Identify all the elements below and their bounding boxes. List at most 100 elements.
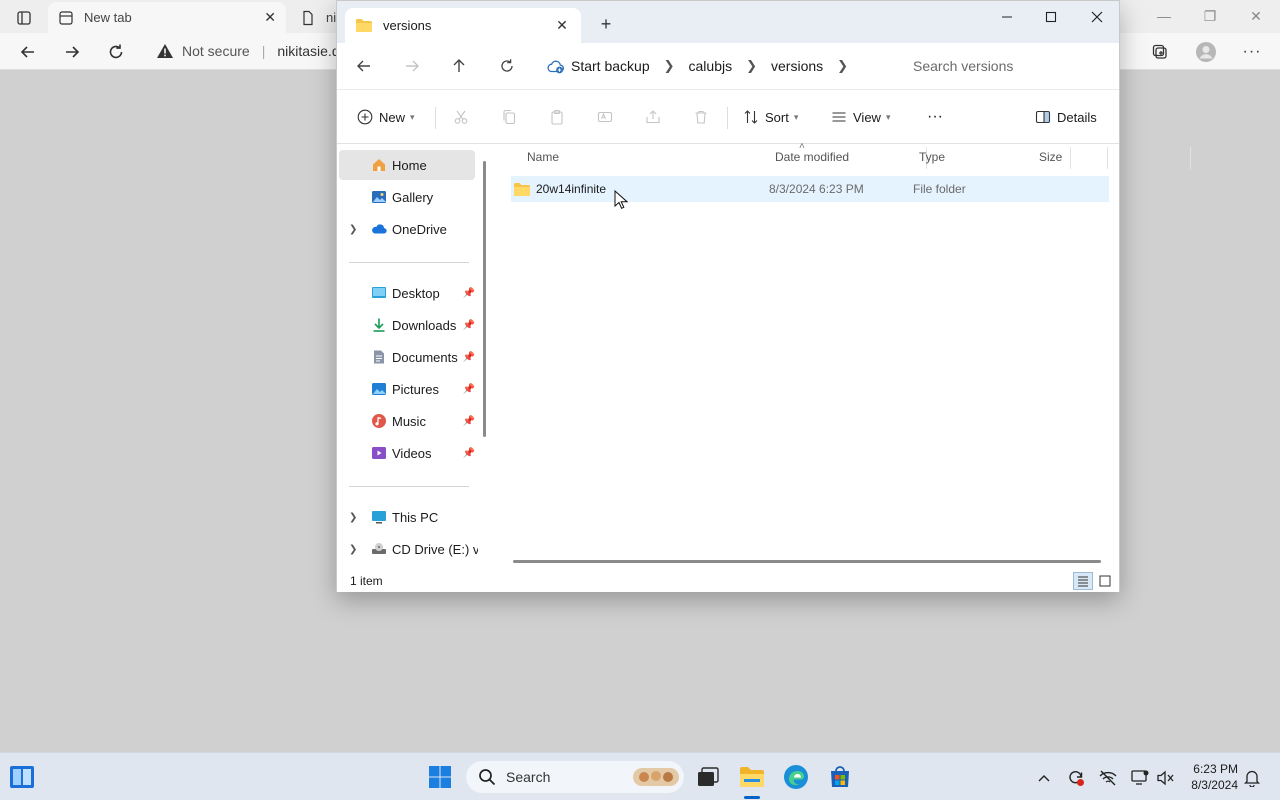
browser-tab-site[interactable]: nik bbox=[290, 2, 343, 33]
large-icons-view-button[interactable] bbox=[1095, 572, 1115, 590]
delete-button[interactable] bbox=[693, 105, 709, 129]
search-input[interactable]: Search versions bbox=[903, 50, 1109, 82]
sync-status-button[interactable] bbox=[1065, 767, 1087, 789]
pin-icon[interactable]: 📌 bbox=[463, 320, 475, 331]
column-divider[interactable] bbox=[1107, 147, 1108, 169]
chevron-right-icon[interactable]: ❯ bbox=[746, 58, 757, 74]
store-taskbar-button[interactable] bbox=[826, 763, 854, 791]
close-tab-icon[interactable]: ✕ bbox=[553, 16, 571, 34]
nav-item-label: Videos bbox=[392, 445, 432, 461]
breadcrumb-item-versions[interactable]: versions bbox=[771, 58, 823, 74]
share-button[interactable] bbox=[645, 105, 661, 129]
cd-drive-icon bbox=[371, 541, 387, 557]
column-header-type[interactable]: Type bbox=[919, 145, 945, 169]
nav-item-downloads[interactable]: Downloads 📌 bbox=[339, 310, 475, 340]
tab-actions-button[interactable] bbox=[6, 2, 42, 33]
refresh-button[interactable] bbox=[492, 53, 522, 79]
taskbar-clock[interactable]: 6:23 PM 8/3/2024 bbox=[1186, 761, 1238, 793]
chevron-right-icon[interactable]: ❯ bbox=[664, 58, 675, 74]
breadcrumb-item-calubjs[interactable]: calubjs bbox=[689, 58, 733, 74]
arrow-left-icon bbox=[20, 46, 34, 58]
pin-icon[interactable]: 📌 bbox=[463, 448, 475, 459]
back-button[interactable] bbox=[349, 53, 379, 79]
forward-button[interactable] bbox=[397, 53, 427, 79]
details-pane-button[interactable]: Details bbox=[1035, 105, 1097, 129]
nav-item-home[interactable]: Home bbox=[339, 150, 475, 180]
horizontal-scrollbar[interactable] bbox=[513, 560, 1101, 563]
rename-button[interactable] bbox=[597, 105, 613, 129]
paste-button[interactable] bbox=[549, 105, 565, 129]
taskbar-search-box[interactable]: Search bbox=[466, 761, 684, 793]
nav-item-documents[interactable]: Documents 📌 bbox=[339, 342, 475, 372]
nav-item-desktop[interactable]: Desktop 📌 bbox=[339, 278, 475, 308]
show-hidden-icons-button[interactable] bbox=[1033, 767, 1055, 789]
close-window-button[interactable] bbox=[1075, 5, 1119, 29]
chevron-down-icon: ▾ bbox=[410, 111, 415, 122]
maximize-button[interactable] bbox=[1029, 5, 1073, 29]
desktop-icon bbox=[371, 285, 387, 301]
browser-restore-button[interactable]: ❐ bbox=[1190, 4, 1230, 28]
chevron-right-icon[interactable]: ❯ bbox=[837, 58, 848, 74]
chevron-right-icon[interactable]: ❯ bbox=[349, 512, 361, 523]
column-divider[interactable] bbox=[1190, 147, 1191, 169]
notifications-button[interactable] bbox=[1241, 767, 1263, 789]
cut-button[interactable] bbox=[453, 105, 469, 129]
see-more-button[interactable]: ··· bbox=[927, 105, 943, 129]
browser-minimize-button[interactable]: — bbox=[1144, 4, 1184, 28]
pin-icon[interactable]: 📌 bbox=[463, 352, 475, 363]
new-button[interactable]: New ▾ bbox=[357, 105, 415, 129]
chevron-right-icon[interactable]: ❯ bbox=[349, 224, 361, 235]
copy-button[interactable] bbox=[501, 105, 517, 129]
navigation-pane-scrollbar[interactable] bbox=[483, 161, 486, 437]
start-button[interactable] bbox=[426, 763, 454, 791]
display-button[interactable] bbox=[1129, 767, 1151, 789]
column-label: Date modified bbox=[775, 150, 850, 164]
minimize-button[interactable] bbox=[985, 5, 1029, 29]
file-explorer-taskbar-button[interactable] bbox=[738, 763, 766, 791]
collections-button[interactable] bbox=[1146, 39, 1174, 65]
sort-button[interactable]: Sort ▾ bbox=[743, 105, 798, 129]
breadcrumb[interactable]: Start backup ❯ calubjs ❯ versions ❯ bbox=[537, 50, 887, 82]
network-button[interactable] bbox=[1097, 767, 1119, 789]
browser-menu-button[interactable]: ··· bbox=[1238, 39, 1266, 65]
column-header-name[interactable]: Name bbox=[527, 145, 559, 169]
nav-item-gallery[interactable]: Gallery bbox=[339, 182, 475, 212]
browser-tab-new-tab[interactable]: New tab ✕ bbox=[48, 2, 286, 33]
this-pc-icon bbox=[371, 509, 387, 525]
nav-item-label: Music bbox=[392, 413, 426, 429]
column-header-size[interactable]: Size bbox=[1039, 145, 1062, 169]
breadcrumb-label: versions bbox=[771, 58, 824, 74]
task-view-button[interactable] bbox=[694, 763, 722, 791]
file-row[interactable]: 20w14infinite 8/3/2024 6:23 PM File fold… bbox=[511, 176, 1109, 202]
details-view-button[interactable] bbox=[1073, 572, 1093, 590]
nav-item-cd-drive[interactable]: ❯ CD Drive (E:) virt bbox=[339, 534, 478, 564]
explorer-tab-versions[interactable]: versions ✕ bbox=[345, 8, 581, 43]
volume-button[interactable] bbox=[1155, 767, 1177, 789]
pin-icon[interactable]: 📌 bbox=[463, 384, 475, 395]
close-tab-icon[interactable]: ✕ bbox=[264, 9, 276, 26]
breadcrumb-label: Start backup bbox=[571, 58, 650, 74]
browser-refresh-button[interactable] bbox=[102, 39, 130, 65]
browser-forward-button[interactable] bbox=[58, 39, 86, 65]
profile-button[interactable] bbox=[1192, 39, 1220, 65]
column-header-date-modified[interactable]: Date modified bbox=[775, 145, 849, 169]
browser-back-button[interactable] bbox=[14, 39, 42, 65]
nav-item-pictures[interactable]: Pictures 📌 bbox=[339, 374, 475, 404]
chevron-right-icon[interactable]: ❯ bbox=[349, 544, 361, 555]
up-button[interactable] bbox=[444, 53, 474, 79]
nav-item-onedrive[interactable]: ❯ OneDrive bbox=[339, 214, 475, 244]
browser-address-bar[interactable]: Not secure | nikitasie.d bbox=[156, 38, 340, 64]
new-tab-button[interactable]: + bbox=[595, 13, 617, 35]
edge-taskbar-button[interactable] bbox=[782, 763, 810, 791]
nav-item-this-pc[interactable]: ❯ This PC bbox=[339, 502, 475, 532]
breadcrumb-item-start-backup[interactable]: Start backup bbox=[547, 58, 650, 74]
nav-item-music[interactable]: Music 📌 bbox=[339, 406, 475, 436]
file-name-cell: 20w14infinite bbox=[513, 176, 606, 202]
pin-icon[interactable]: 📌 bbox=[463, 288, 475, 299]
column-divider[interactable] bbox=[1070, 147, 1071, 169]
pin-icon[interactable]: 📌 bbox=[463, 416, 475, 427]
view-button[interactable]: View ▾ bbox=[831, 105, 890, 129]
nav-item-videos[interactable]: Videos 📌 bbox=[339, 438, 475, 468]
widgets-button[interactable] bbox=[8, 763, 36, 791]
browser-close-button[interactable]: ✕ bbox=[1236, 4, 1276, 28]
